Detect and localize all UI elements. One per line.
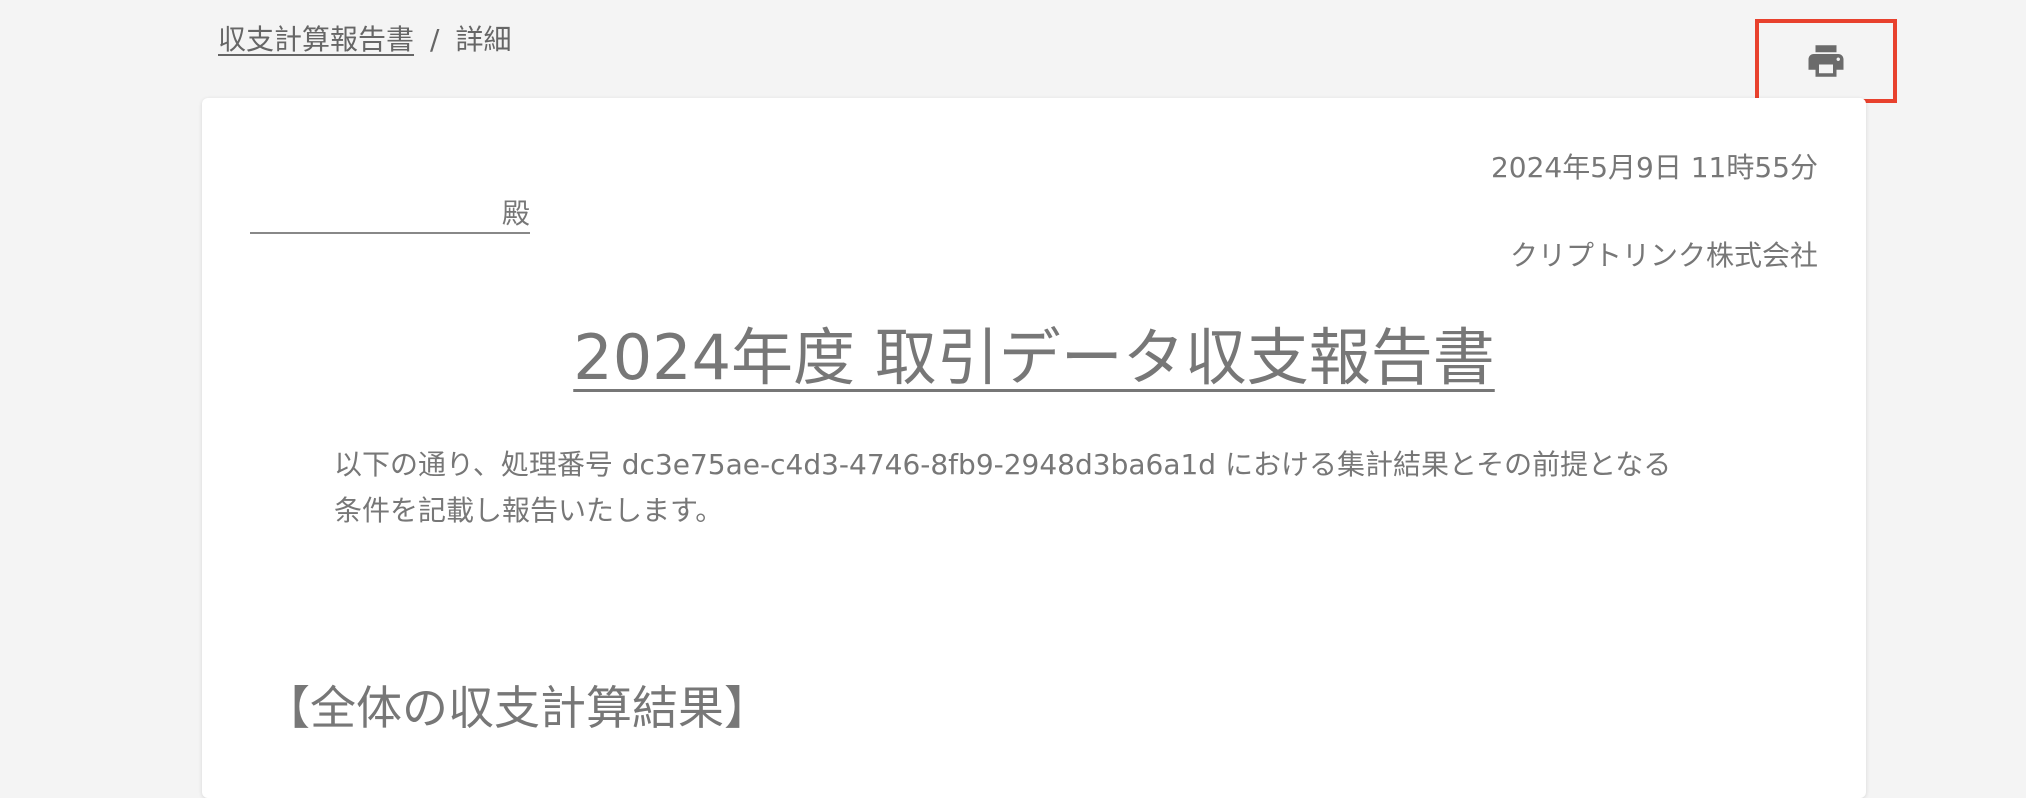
breadcrumb-link-report-list[interactable]: 収支計算報告書 [218,23,414,56]
printer-icon [1808,45,1844,77]
intro-line-2: 条件を記載し報告いたします。 [334,494,724,527]
report-title-text: 2024年度 取引データ収支報告書 [573,321,1495,394]
report-date: 2024年5月9日 11時55分 [1490,151,1818,184]
company-name: クリプトリンク株式会社 [1509,239,1818,272]
intro-line-1: 以下の通り、処理番号 dc3e75ae-c4d3-4746-8fb9-2948d… [334,448,1672,481]
section-heading-overall-results: 【全体の収支計算結果】 [264,681,770,735]
breadcrumb: 収支計算報告書 / 詳細 [218,22,511,58]
breadcrumb-separator: / [430,23,440,56]
report-title: 2024年度 取引データ収支報告書 [202,320,1866,396]
print-button[interactable] [1755,19,1897,103]
breadcrumb-current: 詳細 [455,23,512,56]
addressee-line: 殿 [250,196,530,234]
intro-paragraph: 以下の通り、処理番号 dc3e75ae-c4d3-4746-8fb9-2948d… [334,442,1754,534]
top-bar: 収支計算報告書 / 詳細 [0,0,2026,103]
report-card: 2024年5月9日 11時55分 殿 クリプトリンク株式会社 2024年度 取引… [202,98,1866,798]
addressee-suffix: 殿 [501,197,530,230]
